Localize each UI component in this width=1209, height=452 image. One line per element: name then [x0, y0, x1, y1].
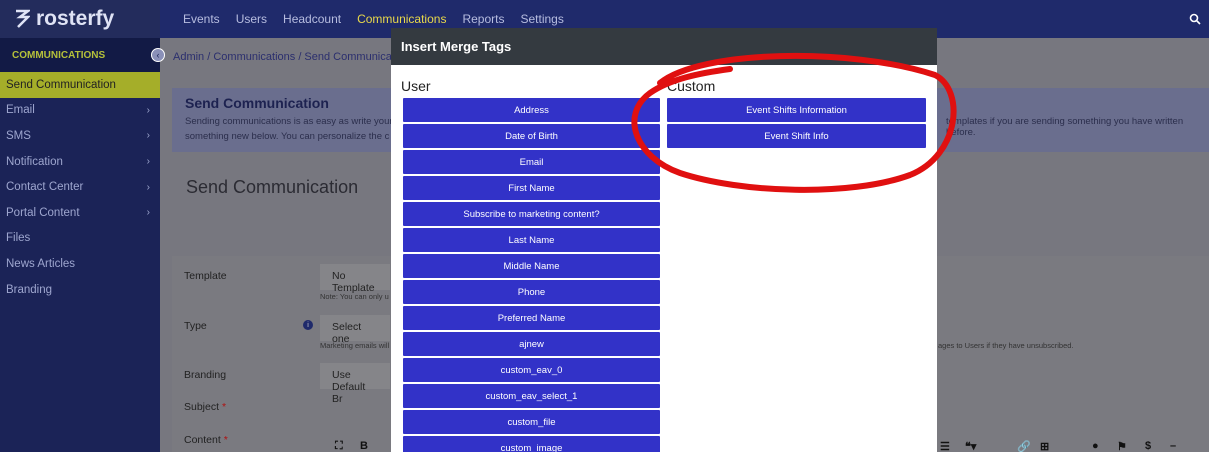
emoji-icon[interactable]: ●: [1092, 440, 1099, 452]
custom-tag-button[interactable]: Event Shift Info: [667, 124, 926, 148]
user-tag-button[interactable]: Address: [403, 98, 660, 122]
chevron-right-icon: ›: [146, 104, 150, 116]
sidebar-item-send-communication[interactable]: Send Communication: [0, 72, 160, 98]
user-tag-button[interactable]: Preferred Name: [403, 306, 660, 330]
user-tag-button[interactable]: custom_image: [403, 436, 660, 452]
nav-events[interactable]: Events: [183, 12, 220, 26]
branding-select[interactable]: Use Default Br: [320, 363, 390, 405]
sidebar-item-branding[interactable]: Branding: [0, 277, 160, 303]
nav-headcount[interactable]: Headcount: [283, 12, 341, 26]
template-label: Template: [184, 270, 227, 282]
subject-label-text: Subject: [184, 401, 220, 413]
template-select[interactable]: No Template: [320, 264, 390, 294]
user-tag-button[interactable]: custom_file: [403, 410, 660, 434]
chevron-right-icon: ›: [146, 130, 150, 142]
sidebar-item-label: Send Communication: [6, 78, 116, 91]
sidebar-item-email[interactable]: Email ›: [0, 98, 160, 124]
sidebar-item-label: Branding: [6, 283, 53, 296]
sidebar-item-news-articles[interactable]: News Articles: [0, 251, 160, 277]
minus-icon[interactable]: –: [1170, 440, 1176, 452]
dollar-icon[interactable]: $: [1145, 440, 1151, 452]
card-title: Send Communication: [186, 177, 359, 197]
chevron-right-icon: ›: [146, 181, 150, 193]
custom-tag-button[interactable]: Event Shifts Information: [667, 98, 926, 122]
user-tag-button[interactable]: custom_eav_select_1: [403, 384, 660, 408]
info-title: Send Communication: [185, 95, 329, 111]
content-label-text: Content: [184, 434, 221, 446]
sidebar-item-notification[interactable]: Notification ›: [0, 149, 160, 175]
type-note-right: ages to Users if they have unsubscribed.: [938, 341, 1074, 350]
fullscreen-icon[interactable]: ⛶: [335, 440, 343, 452]
required-mark: *: [223, 434, 228, 446]
sidebar-section-title: COMMUNICATIONS: [0, 38, 160, 72]
flag-icon[interactable]: ⚑: [1117, 440, 1127, 452]
user-tag-button[interactable]: custom_eav_0: [403, 358, 660, 382]
sidebar-item-sms[interactable]: SMS ›: [0, 123, 160, 149]
sidebar: COMMUNICATIONS Send Communication Email ›…: [0, 38, 160, 452]
user-tag-button[interactable]: Middle Name: [403, 254, 660, 278]
sidebar-item-files[interactable]: Files: [0, 226, 160, 252]
user-tag-button[interactable]: Email: [403, 150, 660, 174]
content-label: Content *: [184, 434, 228, 446]
user-tag-button[interactable]: First Name: [403, 176, 660, 200]
sidebar-item-contact-center[interactable]: Contact Center ›: [0, 174, 160, 200]
custom-heading: Custom: [667, 78, 716, 94]
sidebar-item-label: SMS: [6, 129, 31, 142]
logo[interactable]: rosterfy: [0, 0, 160, 38]
info-text-line1: Sending communications is as easy as wri…: [185, 116, 393, 127]
sidebar-item-label: Portal Content: [6, 206, 80, 219]
nav-reports[interactable]: Reports: [462, 12, 504, 26]
sidebar-item-label: Files: [6, 232, 31, 245]
user-tag-button[interactable]: Last Name: [403, 228, 660, 252]
type-select[interactable]: Select one: [320, 315, 390, 345]
template-note: Note: You can only u: [320, 292, 389, 301]
nav-communications[interactable]: Communications: [357, 12, 446, 26]
nav-settings[interactable]: Settings: [520, 12, 563, 26]
user-tag-button[interactable]: Phone: [403, 280, 660, 304]
bold-icon[interactable]: B: [360, 440, 368, 452]
sidebar-item-label: Notification: [6, 155, 63, 168]
type-note: Marketing emails will: [320, 341, 390, 350]
chevron-left-icon[interactable]: ‹: [151, 48, 165, 62]
nav-users[interactable]: Users: [236, 12, 267, 26]
rosterfy-logo-icon: [16, 9, 30, 28]
required-mark: *: [221, 401, 227, 413]
user-heading: User: [401, 78, 431, 94]
user-tag-button[interactable]: Date of Birth: [403, 124, 660, 148]
info-text-right: templates if you are sending something y…: [946, 116, 1184, 138]
list-icon[interactable]: ☰: [940, 440, 950, 452]
subject-label: Subject *: [184, 401, 226, 413]
chevron-right-icon: ›: [146, 156, 150, 168]
breadcrumb[interactable]: Admin / Communications / Send Communicat…: [173, 51, 410, 63]
info-icon[interactable]: i: [303, 320, 313, 330]
quote-icon[interactable]: ❝▾: [965, 440, 976, 452]
search-icon[interactable]: [1189, 13, 1201, 25]
branding-label: Branding: [184, 369, 227, 381]
sidebar-item-label: Email: [6, 104, 35, 117]
logo-text: rosterfy: [36, 7, 115, 30]
merge-tags-modal: Insert Merge Tags User Address Date of Bi…: [391, 28, 937, 452]
chevron-right-icon: ›: [146, 207, 150, 219]
sidebar-item-label: Contact Center: [6, 181, 84, 194]
modal-title: Insert Merge Tags: [391, 28, 937, 65]
info-text-line2: something new below. You can personalize…: [185, 131, 390, 142]
link-icon[interactable]: 🔗: [1017, 440, 1031, 452]
table-icon[interactable]: ⊞: [1040, 440, 1049, 452]
user-tag-button[interactable]: Subscribe to marketing content?: [403, 202, 660, 226]
sidebar-item-label: News Articles: [6, 257, 76, 270]
user-tag-button[interactable]: ajnew: [403, 332, 660, 356]
sidebar-item-portal-content[interactable]: Portal Content ›: [0, 200, 160, 226]
type-label: Type: [184, 320, 207, 332]
